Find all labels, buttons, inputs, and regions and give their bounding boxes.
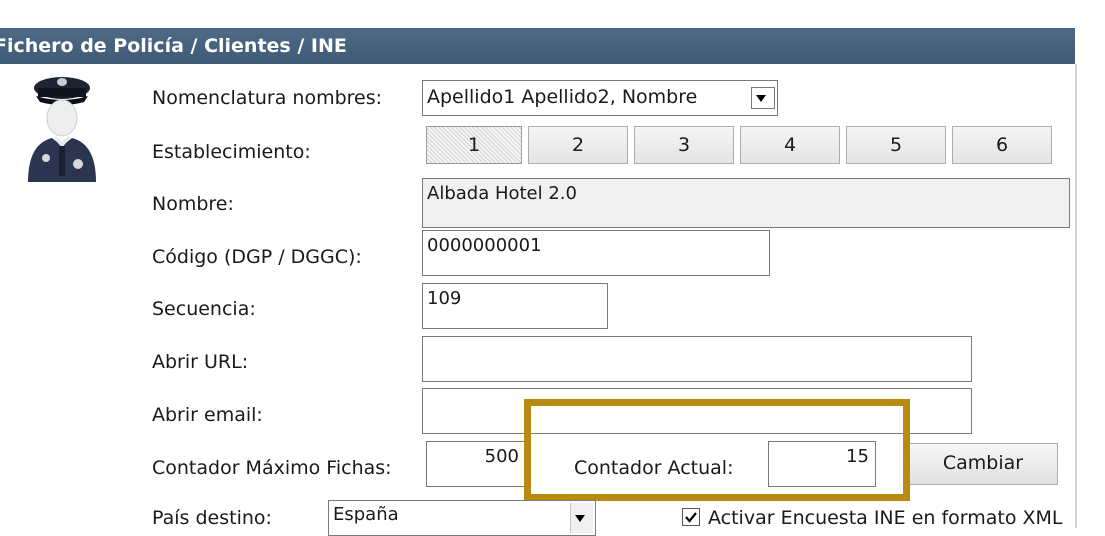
codigo-field[interactable]: 0000000001: [422, 230, 770, 276]
panel-border: [1075, 64, 1077, 528]
nombre-field: Albada Hotel 2.0: [422, 178, 1070, 228]
contador-maximo-field[interactable]: 500: [426, 441, 526, 487]
highlight-box: [524, 399, 910, 501]
nomenclatura-select[interactable]: Apellido1 Apellido2, Nombre: [422, 80, 778, 116]
abrir-email-label: Abrir email:: [152, 404, 263, 426]
checkmark-icon: [685, 512, 697, 523]
ine-xml-checkbox[interactable]: [682, 508, 700, 526]
tab-establecimiento-4[interactable]: 4: [740, 126, 840, 164]
tab-establecimiento-6[interactable]: 6: [952, 126, 1052, 164]
tab-establecimiento-1[interactable]: 1: [426, 126, 522, 164]
establecimiento-label: Establecimiento:: [152, 141, 311, 163]
cambiar-button[interactable]: Cambiar: [908, 443, 1058, 485]
codigo-label: Código (DGP / DGGC):: [152, 246, 362, 268]
secuencia-label: Secuencia:: [152, 298, 256, 320]
contador-maximo-label: Contador Máximo Fichas:: [152, 457, 392, 479]
section-header: Fichero de Policía / Clientes / INE: [0, 28, 1075, 64]
nombre-label: Nombre:: [152, 193, 234, 215]
abrir-url-field[interactable]: [422, 336, 972, 382]
chevron-down-icon[interactable]: [751, 87, 775, 109]
pais-destino-label: País destino:: [152, 507, 272, 529]
abrir-url-label: Abrir URL:: [152, 351, 249, 373]
secuencia-field[interactable]: 109: [422, 283, 608, 329]
tab-establecimiento-2[interactable]: 2: [528, 126, 628, 164]
chevron-down-icon[interactable]: [570, 503, 593, 533]
police-officer-icon: [14, 72, 104, 192]
ine-xml-checkbox-label: Activar Encuesta INE en formato XML: [708, 507, 1063, 529]
nomenclatura-value: Apellido1 Apellido2, Nombre: [427, 86, 698, 108]
tab-establecimiento-3[interactable]: 3: [634, 126, 734, 164]
pais-destino-select[interactable]: España: [328, 500, 596, 536]
tab-establecimiento-5[interactable]: 5: [846, 126, 946, 164]
nomenclatura-label: Nomenclatura nombres:: [152, 87, 383, 109]
section-title: Fichero de Policía / Clientes / INE: [0, 35, 347, 57]
pais-destino-value: España: [333, 504, 399, 525]
